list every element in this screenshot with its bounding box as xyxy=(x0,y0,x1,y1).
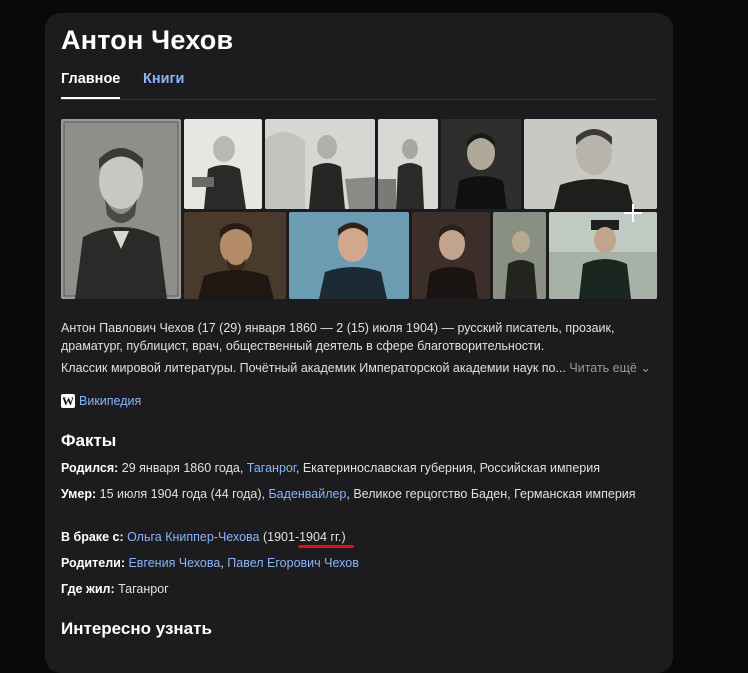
fact-parents: Родители: Евгения Чехова, Павел Егорович… xyxy=(61,555,641,572)
red-underline-annotation xyxy=(298,545,354,548)
fact-text: , Великое герцогство Баден, Германская и… xyxy=(346,487,636,501)
fact-spouse: В браке с: Ольга Книппер-Чехова (1901-19… xyxy=(61,529,641,546)
parent-link[interactable]: Павел Егорович Чехов xyxy=(227,556,359,570)
gallery-photo-main[interactable] xyxy=(61,119,181,299)
fact-died: Умер: 15 июля 1904 года (44 года), Баден… xyxy=(61,486,641,503)
description-text: Классик мировой литературы. Почётный ака… xyxy=(61,361,566,375)
source-label[interactable]: Википедия xyxy=(79,394,141,408)
read-more-link[interactable]: Читать ещё ⌄ xyxy=(566,361,650,375)
entity-description: Антон Павлович Чехов (17 (29) января 186… xyxy=(61,319,651,377)
gallery-photo[interactable] xyxy=(184,119,262,209)
fact-text: , Екатеринославская губерния, Российская… xyxy=(295,461,600,475)
tab-main[interactable]: Главное xyxy=(61,71,121,99)
fact-label: Родители: xyxy=(61,556,125,570)
fact-label: Умер: xyxy=(61,487,97,501)
fact-born: Родился: 29 января 1860 года, Таганрог, … xyxy=(61,460,641,477)
gallery-photo[interactable] xyxy=(378,119,438,209)
gallery-photo[interactable] xyxy=(265,119,375,209)
description-paragraph: Классик мировой литературы. Почётный ака… xyxy=(61,359,651,377)
knowledge-card: Антон Чехов Главное Книги Антон Павлович… xyxy=(45,13,673,673)
birthplace-link[interactable]: Таганрог xyxy=(247,461,296,475)
gallery-photo[interactable] xyxy=(441,119,521,209)
parent-link[interactable]: Евгения Чехова xyxy=(128,556,220,570)
entity-title: Антон Чехов xyxy=(61,25,234,55)
gallery-photo[interactable] xyxy=(493,212,546,299)
source-link[interactable]: W Википедия xyxy=(61,394,141,408)
facts-heading: Факты xyxy=(61,431,117,450)
wikipedia-icon: W xyxy=(61,394,75,408)
gallery-photo[interactable] xyxy=(549,212,657,299)
fact-text: (1901-1904 гг.) xyxy=(259,530,346,544)
deathplace-link[interactable]: Баденвайлер xyxy=(268,487,346,501)
tab-books[interactable]: Книги xyxy=(143,71,184,87)
gallery-photo[interactable] xyxy=(289,212,409,299)
tab-bar: Главное Книги xyxy=(61,69,657,100)
gallery-photo[interactable] xyxy=(524,119,657,209)
fact-text: Таганрог xyxy=(114,582,169,596)
gallery-photo[interactable] xyxy=(184,212,286,299)
fact-text: 29 января 1860 года, xyxy=(118,461,247,475)
plus-icon[interactable] xyxy=(624,204,642,222)
description-paragraph: Антон Павлович Чехов (17 (29) января 186… xyxy=(61,321,615,353)
fact-lived: Где жил: Таганрог xyxy=(61,581,641,598)
fact-label: В браке с: xyxy=(61,530,124,544)
fact-label: Где жил: xyxy=(61,582,115,596)
photo-gallery xyxy=(61,119,657,299)
interesting-heading: Интересно узнать xyxy=(61,619,212,638)
gallery-photo[interactable] xyxy=(412,212,490,299)
fact-label: Родился: xyxy=(61,461,119,475)
fact-text: 15 июля 1904 года (44 года), xyxy=(96,487,269,501)
spouse-link[interactable]: Ольга Книппер-Чехова xyxy=(127,530,259,544)
